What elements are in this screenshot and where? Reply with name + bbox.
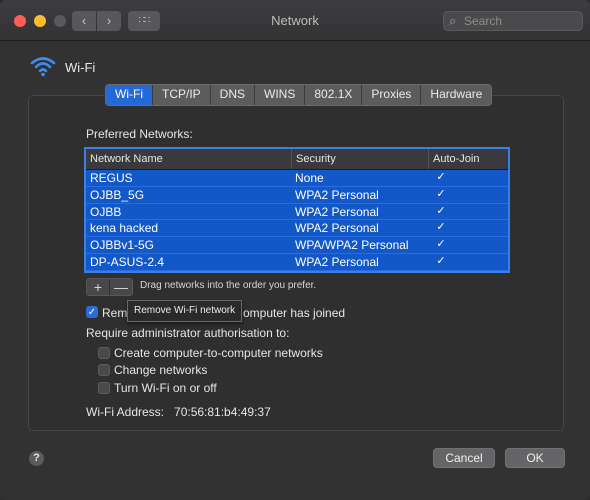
turn-wifi-on-off-label: Turn Wi-Fi on or off <box>114 381 217 395</box>
security-cell: None <box>295 171 324 185</box>
turn-wifi-on-off-checkbox[interactable] <box>98 382 110 394</box>
security-cell: WPA2 Personal <box>295 254 379 269</box>
network-name-cell: DP-ASUS-2.4 <box>90 254 165 269</box>
auto-join-checkbox[interactable]: ✓ <box>435 171 447 183</box>
tab-wins[interactable]: WINS <box>255 85 306 105</box>
network-name-cell: OJBBv1-5G <box>90 238 155 253</box>
search-input[interactable] <box>464 13 576 29</box>
create-computer-networks-label: Create computer-to-computer networks <box>114 346 323 360</box>
network-name-cell: OJBB_5G <box>90 187 145 202</box>
table-row[interactable]: DP-ASUS-2.4 WPA2 Personal ✓ <box>86 253 508 271</box>
drag-hint-text: Drag networks into the order you prefer. <box>140 280 317 291</box>
security-cell: WPA2 Personal <box>295 221 379 236</box>
create-computer-networks-checkbox[interactable] <box>98 347 110 359</box>
checkmark-icon: ✓ <box>436 221 446 234</box>
admin-auth-label: Require administrator authorisation to: <box>86 326 290 340</box>
help-button[interactable]: ? <box>29 451 44 466</box>
auto-join-checkbox[interactable]: ✓ <box>435 221 447 233</box>
checkmark-icon: ✓ <box>436 187 446 200</box>
remember-networks-label-end: omputer has joined <box>243 306 346 320</box>
checkmark-icon: ✓ <box>87 307 97 318</box>
interface-name: Wi-Fi <box>65 60 96 75</box>
tab-tcpip[interactable]: TCP/IP <box>153 85 211 105</box>
search-icon: ⌕ <box>449 13 457 28</box>
checkmark-icon: ✓ <box>436 204 446 217</box>
table-rows: REGUS None ✓ OJBB_5G WPA2 Personal ✓ OJB… <box>86 170 508 271</box>
preferred-networks-label: Preferred Networks: <box>86 127 193 141</box>
title-bar: ‹ › ∷∷ Network ⌕ <box>0 0 590 41</box>
tab-dns[interactable]: DNS <box>211 85 255 105</box>
table-row[interactable]: REGUS None ✓ <box>86 170 508 187</box>
remember-networks-label-start: Rem <box>102 306 128 320</box>
auto-join-checkbox[interactable]: ✓ <box>435 188 447 200</box>
auto-join-checkbox[interactable]: ✓ <box>435 255 447 267</box>
auto-join-checkbox[interactable]: ✓ <box>435 238 447 250</box>
table-row[interactable]: OJBB_5G WPA2 Personal ✓ <box>86 186 508 204</box>
table-header: Network Name Security Auto-Join <box>86 149 508 170</box>
tab-bar: Wi-Fi TCP/IP DNS WINS 802.1X Proxies Har… <box>105 84 493 106</box>
checkmark-icon: ✓ <box>436 254 446 267</box>
tab-proxies[interactable]: Proxies <box>362 85 422 105</box>
network-name-cell: REGUS <box>90 171 133 185</box>
column-header-security[interactable]: Security <box>292 149 429 169</box>
column-header-network-name[interactable]: Network Name <box>86 149 292 169</box>
table-row[interactable]: OJBB WPA2 Personal ✓ <box>86 203 508 221</box>
column-header-auto-join[interactable]: Auto-Join <box>429 149 508 169</box>
tab-hardware[interactable]: Hardware <box>421 85 491 105</box>
add-remove-control: + — <box>86 278 133 296</box>
checkmark-icon: ✓ <box>436 238 446 251</box>
remove-network-button[interactable]: — <box>110 279 132 295</box>
table-row[interactable]: OJBBv1-5G WPA/WPA2 Personal ✓ <box>86 237 508 254</box>
tab-8021x[interactable]: 802.1X <box>305 85 363 105</box>
change-networks-label: Change networks <box>114 363 208 377</box>
remove-network-tooltip: Remove Wi-Fi network <box>127 300 243 322</box>
wifi-icon <box>30 57 56 77</box>
ok-button[interactable]: OK <box>505 448 565 468</box>
security-cell: WPA2 Personal <box>295 187 379 202</box>
network-preferences-window: ‹ › ∷∷ Network ⌕ Wi-Fi Wi-Fi TCP/IP DNS … <box>0 0 590 500</box>
auto-join-checkbox[interactable]: ✓ <box>435 205 447 217</box>
wifi-address: Wi-Fi Address: 70:56:81:b4:49:37 <box>86 405 271 419</box>
table-row[interactable]: kena hacked WPA2 Personal ✓ <box>86 220 508 238</box>
security-cell: WPA/WPA2 Personal <box>295 238 409 253</box>
network-name-cell: OJBB <box>90 204 122 219</box>
remember-networks-checkbox[interactable]: ✓ <box>86 306 98 318</box>
change-networks-checkbox[interactable] <box>98 364 110 376</box>
cancel-button[interactable]: Cancel <box>433 448 495 468</box>
tab-wifi[interactable]: Wi-Fi <box>106 85 153 105</box>
network-name-cell: kena hacked <box>90 221 159 236</box>
add-network-button[interactable]: + <box>87 279 110 295</box>
preferred-networks-table[interactable]: Network Name Security Auto-Join REGUS No… <box>84 147 510 273</box>
search-field[interactable]: ⌕ <box>443 11 583 31</box>
security-cell: WPA2 Personal <box>295 204 379 219</box>
checkmark-icon: ✓ <box>436 171 446 183</box>
